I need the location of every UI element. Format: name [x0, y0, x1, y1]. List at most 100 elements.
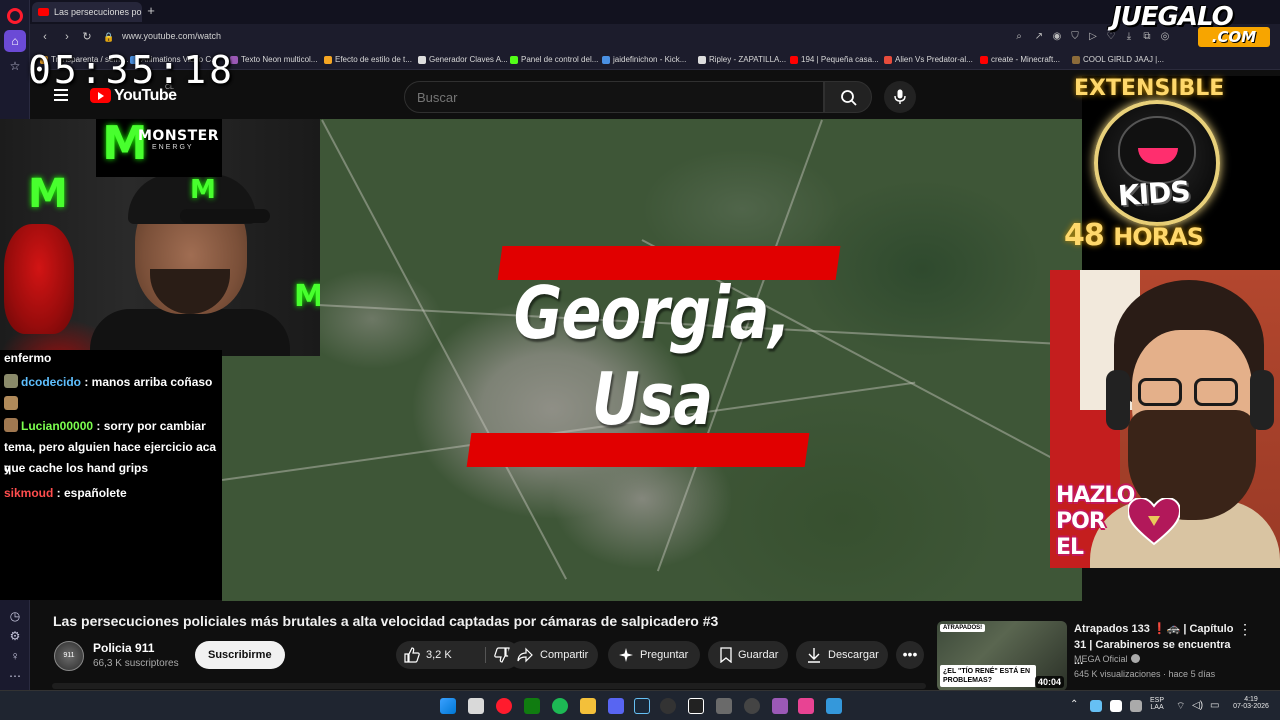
chat-message: Lucian00000 : sorry por cambiar	[4, 416, 206, 437]
opera-logo-icon[interactable]	[7, 8, 23, 24]
minecraft-icon[interactable]	[716, 698, 732, 714]
more-icon[interactable]: ⋯	[7, 668, 23, 684]
bookmark-item[interactable]: Ripley - ZAPATILLA...	[698, 55, 786, 64]
search-page-icon[interactable]: ⌕	[1012, 30, 1026, 44]
url-field[interactable]: www.youtube.com/watch	[122, 31, 221, 41]
like-button[interactable]: 3,2 K	[396, 641, 484, 669]
discord-icon[interactable]	[608, 698, 624, 714]
photos-icon[interactable]	[826, 698, 842, 714]
bookmark-item[interactable]: Efecto de estilo de t...	[324, 55, 412, 64]
ask-label: Preguntar	[640, 649, 689, 661]
screen: ⌂ ☆ ♡ ◷ ⚙ ♀ ⋯ Las persecuciones pol + ‹ …	[0, 0, 1280, 720]
bookmark-star-icon[interactable]: ☆	[7, 58, 23, 74]
search-input[interactable]	[404, 81, 824, 113]
like-divider	[485, 647, 486, 663]
bookmark-item[interactable]: Texto Neon multicol...	[230, 55, 317, 64]
hours-label: 48 HORAS	[1064, 218, 1204, 253]
windows-taskbar: ⌃ ESP LAA ⌔ ◁) ▭ 4:19 07-03-2026	[0, 690, 1280, 720]
download-arrow-icon	[808, 648, 820, 663]
hours-number: 48	[1064, 218, 1105, 253]
steam-icon[interactable]	[634, 698, 650, 714]
tray-app-icon[interactable]	[1130, 700, 1142, 712]
bookmark-icon	[720, 647, 732, 663]
windows-start-icon[interactable]	[440, 698, 456, 714]
home-icon[interactable]: ⌂	[7, 33, 23, 49]
opera-taskbar-icon[interactable]	[496, 698, 512, 714]
tab-title: Las persecuciones pol	[54, 7, 142, 17]
downloads-list-icon[interactable]: ⧉	[1140, 30, 1154, 44]
chat-message: sikmoud : españolete	[4, 483, 127, 504]
battery-icon[interactable]: ▭	[1210, 700, 1219, 711]
webcam-shirt	[90, 309, 290, 356]
share-icon[interactable]: ↗	[1032, 30, 1046, 44]
search-button[interactable]	[824, 81, 872, 113]
bookmark-item[interactable]: jaidefinichon - Kick...	[602, 55, 686, 64]
tray-steam-icon[interactable]	[1090, 700, 1102, 712]
tray-app-icon[interactable]	[1110, 700, 1122, 712]
history-icon[interactable]: ◷	[7, 608, 23, 624]
subscribe-button[interactable]: Suscribirme	[195, 641, 285, 669]
profile-icon[interactable]: ◎	[1158, 30, 1172, 44]
back-button[interactable]: ‹	[38, 30, 52, 44]
bookmark-item[interactable]: Panel de control del...	[510, 55, 598, 64]
spotify-icon[interactable]	[552, 698, 568, 714]
epic-games-icon[interactable]	[688, 698, 704, 714]
lock-icon[interactable]: 🔒	[102, 30, 116, 44]
tab-active[interactable]: Las persecuciones pol	[32, 2, 142, 22]
wifi-icon[interactable]: ⌔	[1176, 700, 1185, 713]
bookmark-item[interactable]: create - Minecraft...	[980, 55, 1060, 64]
settings-gear-icon[interactable]: ⚙	[7, 628, 23, 644]
channel-name[interactable]: Policia 911	[93, 641, 154, 655]
video-duration: 40:04	[1034, 676, 1064, 688]
elmo-plush	[4, 224, 74, 334]
video-overlay-title-line1: Georgia,	[513, 271, 791, 355]
github-icon[interactable]	[744, 698, 760, 714]
voice-search-button[interactable]	[884, 81, 916, 113]
app-icon[interactable]	[798, 698, 814, 714]
forward-button[interactable]: ›	[60, 30, 74, 44]
recommended-video-thumbnail[interactable]: ATRAPADOS! ¿EL "TÍO RENÉ" ESTÁ EN PROBLE…	[937, 621, 1067, 691]
file-explorer-icon[interactable]	[580, 698, 596, 714]
chat-user-icon	[4, 418, 18, 432]
clock-date[interactable]: 4:19 07-03-2026	[1228, 696, 1274, 710]
reload-button[interactable]: ↻	[80, 30, 94, 44]
download-icon[interactable]: ⤓	[1122, 30, 1136, 44]
ask-button[interactable]: Preguntar	[608, 641, 700, 669]
recommended-channel[interactable]: MEGA Oficial	[1074, 654, 1140, 664]
recommended-menu-icon[interactable]: ⋮	[1238, 621, 1252, 638]
chat-message-text: : españolete	[53, 486, 127, 500]
heart-outline-icon[interactable]: ♡	[1104, 30, 1118, 44]
glasses-icon	[1194, 378, 1238, 406]
input-language[interactable]: ESP LAA	[1150, 697, 1164, 711]
video-player[interactable]: Georgia, Usa	[222, 119, 1082, 601]
tab-bar: Las persecuciones pol +	[30, 0, 1280, 24]
bookmark-item[interactable]: COOL GIRLD JAAJ |...	[1072, 55, 1164, 64]
obs-icon[interactable]	[660, 698, 676, 714]
save-button[interactable]: Guardar	[708, 641, 788, 669]
thumbs-up-icon	[404, 647, 420, 663]
chat-badge-icon	[4, 396, 18, 410]
camera-icon[interactable]: ◉	[1050, 30, 1064, 44]
download-button[interactable]: Descargar	[796, 641, 888, 669]
more-actions-button[interactable]: •••	[896, 641, 924, 669]
play-icon[interactable]: ▷	[1086, 30, 1100, 44]
share-arrow-icon	[517, 647, 533, 663]
video-metadata: Las persecuciones policiales más brutale…	[30, 601, 930, 691]
description-box-edge	[52, 683, 926, 689]
lightbulb-icon[interactable]: ♀	[7, 648, 23, 664]
channel-avatar[interactable]: 911	[54, 641, 84, 671]
tray-chevron-icon[interactable]: ⌃	[1070, 699, 1078, 710]
task-view-icon[interactable]	[468, 698, 484, 714]
app-icon[interactable]	[772, 698, 788, 714]
xbox-icon[interactable]	[524, 698, 540, 714]
bookmark-item[interactable]: Alien Vs Predator-al...	[884, 55, 973, 64]
bookmark-item[interactable]: 194 | Pequeña casa...	[790, 55, 879, 64]
new-tab-button[interactable]: +	[144, 4, 158, 18]
verified-check-icon	[1130, 654, 1140, 663]
volume-icon[interactable]: ◁)	[1192, 700, 1203, 711]
shield-icon[interactable]: ⛉	[1068, 30, 1082, 44]
bookmark-item[interactable]: Generador Claves A...	[418, 55, 508, 64]
headphones-icon	[1106, 370, 1130, 430]
share-button[interactable]: Compartir	[508, 641, 598, 669]
hours-word: HORAS	[1113, 223, 1204, 251]
